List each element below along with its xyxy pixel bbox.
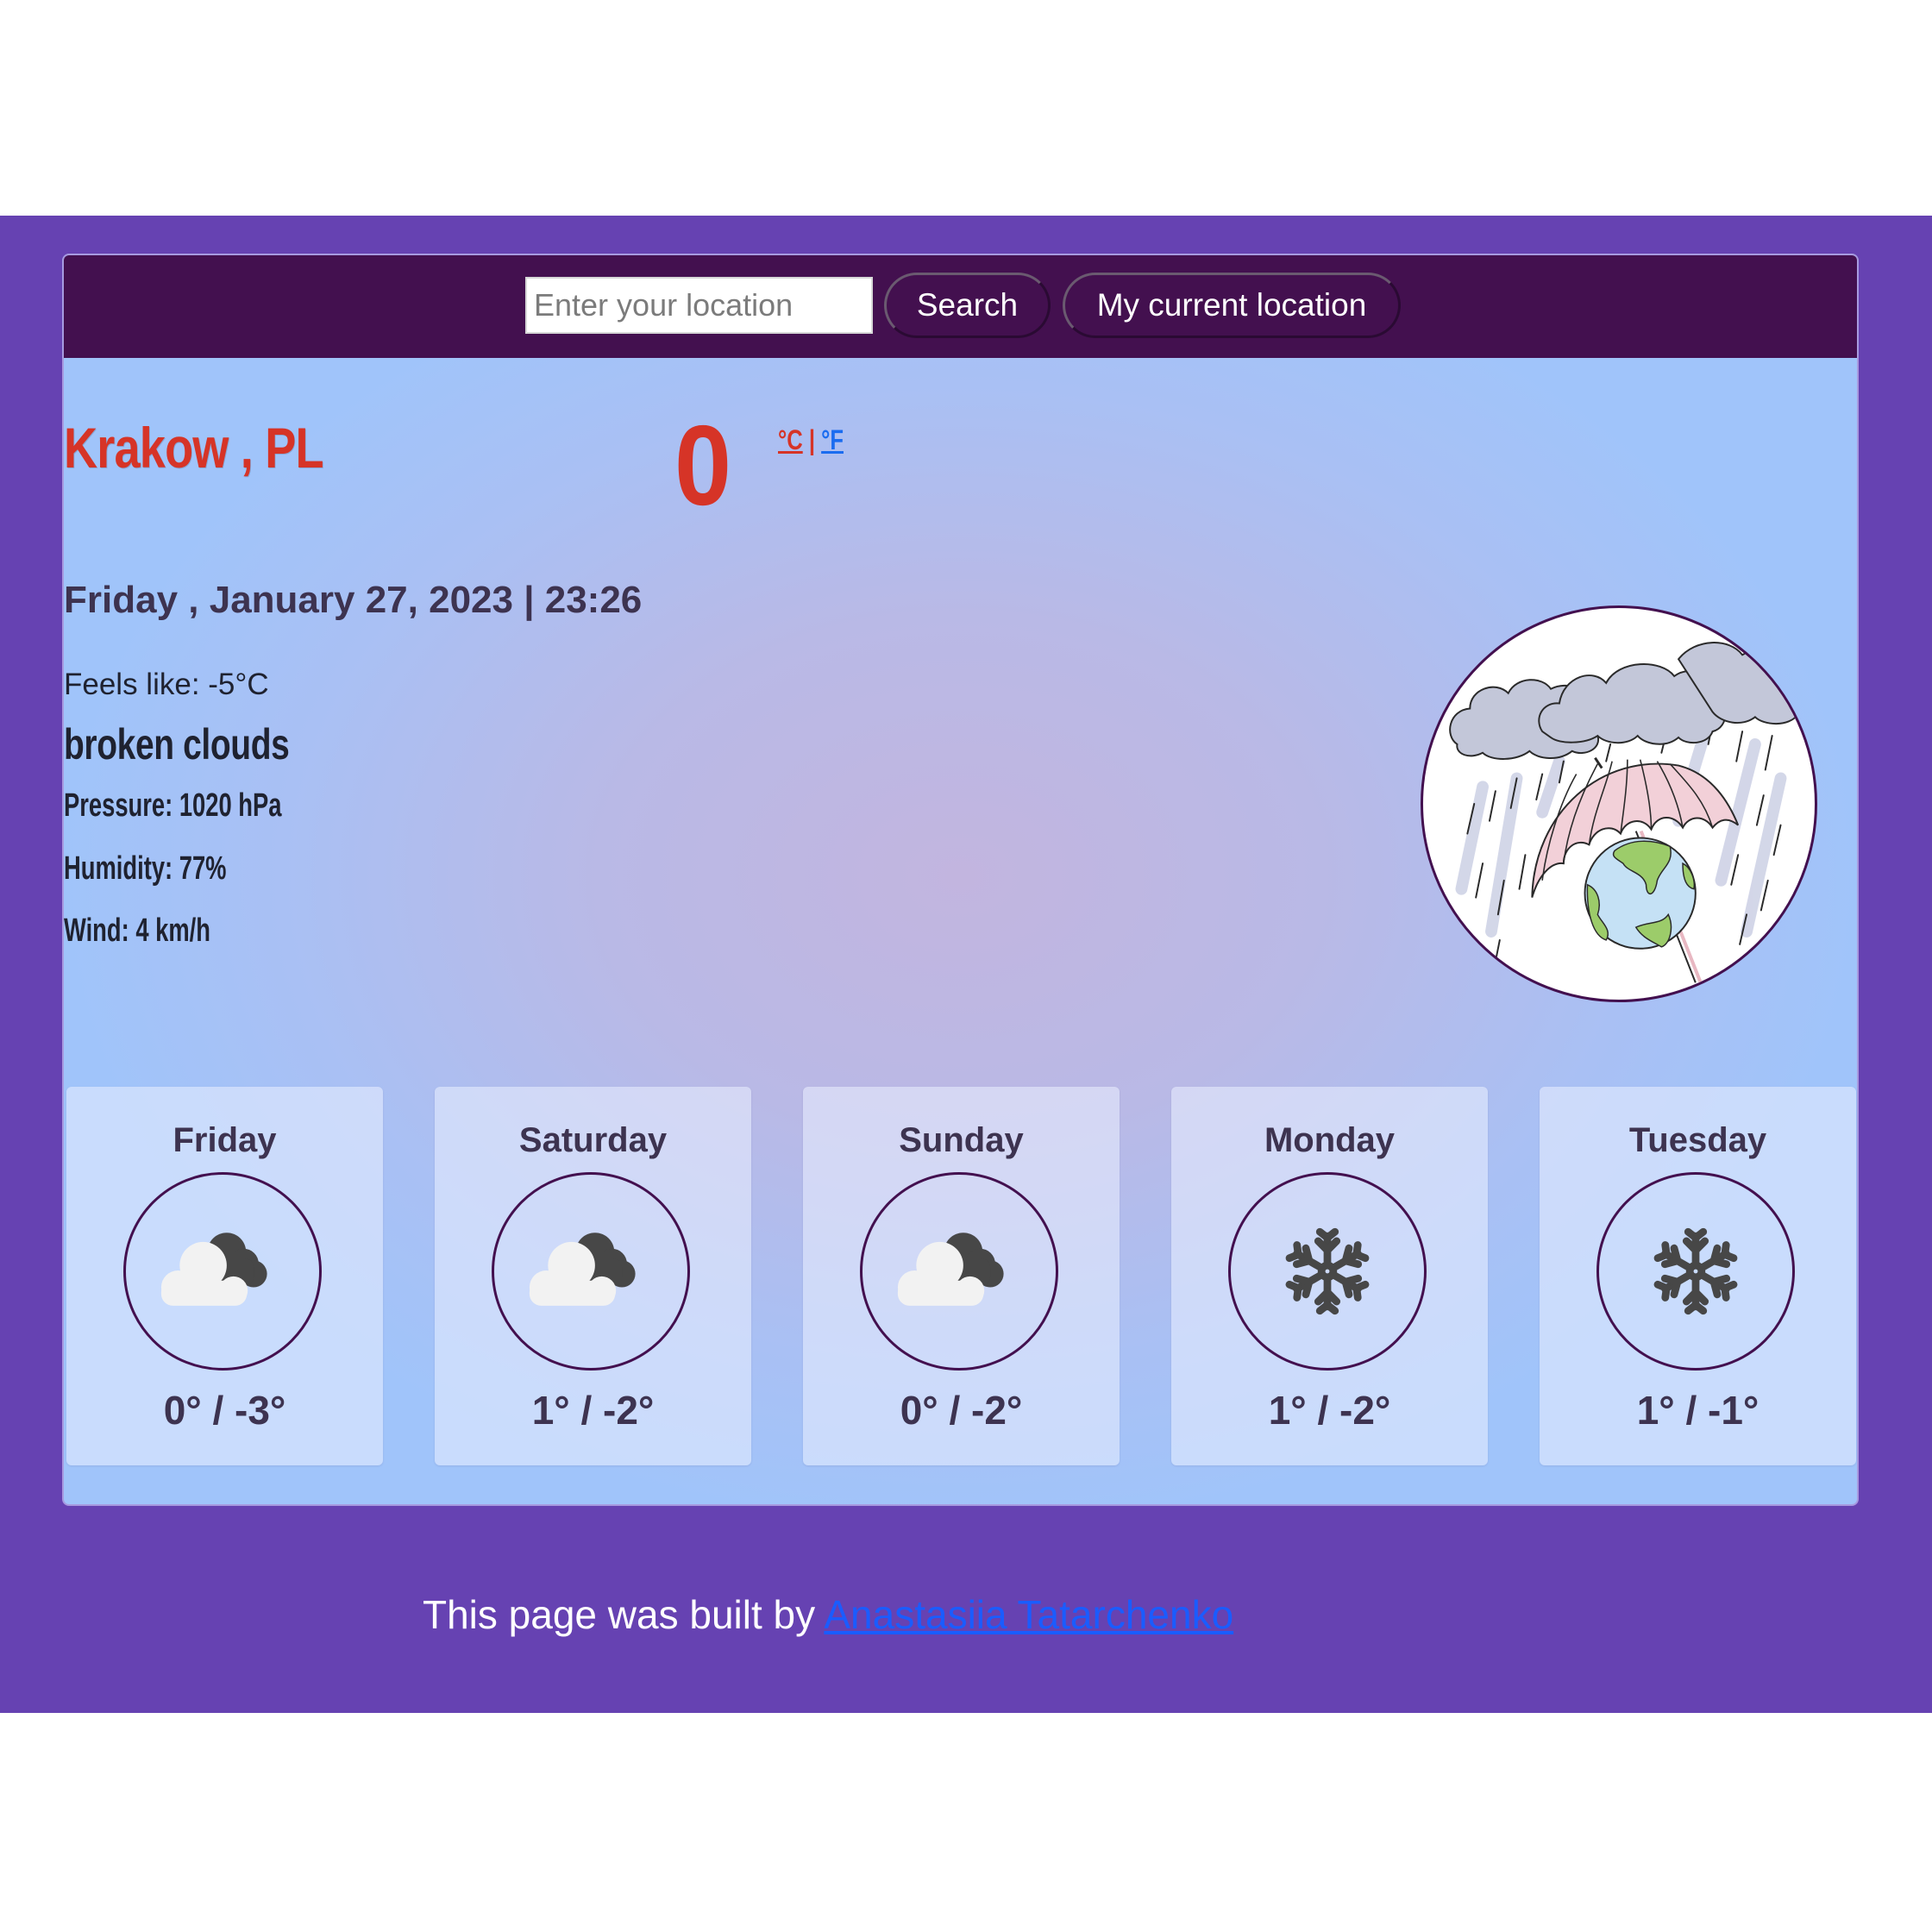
forecast-temperatures: 0° / -2° [900,1388,1023,1433]
weather-app-card: Search My current location Krakow , PL 0… [62,254,1859,1506]
earth-globe [1584,837,1697,950]
wind: Wind: 4 km/h [64,913,210,949]
forecast-temperatures: 1° / -2° [531,1388,655,1433]
forecast-day: Monday [1264,1121,1396,1159]
broken-clouds-icon [860,1172,1058,1371]
snowflake-shape [1657,1227,1734,1311]
feels-like: Feels like: -5°C [64,668,269,701]
forecast-card: Friday 0° / -3° [66,1087,383,1465]
weather-description: broken clouds [64,720,290,768]
page-footer: This page was built by Anastasiia Tatarc… [423,1591,1233,1638]
snowflake-shape [1289,1227,1366,1311]
humidity: Humidity: 77% [64,850,227,887]
broken-clouds-icon [123,1172,322,1371]
broken-clouds-icon [492,1172,690,1371]
city-name: Krakow , PL [64,416,324,480]
snowflake-icon [1228,1172,1427,1371]
unit-toggle: °C | °F [778,424,844,456]
unit-separator: | [808,424,815,455]
forecast-temperatures: 0° / -3° [163,1388,286,1433]
footer-text: This page was built by [423,1592,825,1637]
current-temperature: 0 [674,402,732,529]
rain-umbrella-earth-illustration [1421,605,1817,1002]
forecast-day: Tuesday [1628,1121,1767,1159]
forecast-day: Sunday [899,1121,1024,1159]
fahrenheit-link[interactable]: °F [821,424,844,455]
illustration-svg [1449,642,1814,983]
forecast-card: Monday 1° / -2° [1171,1087,1488,1465]
snowflake-icon [1596,1172,1795,1371]
forecast-card: Tuesday 1° / -1° [1540,1087,1856,1465]
forecast-day: Friday [172,1121,277,1159]
forecast-temperatures: 1° / -1° [1636,1388,1760,1433]
forecast-card: Saturday 1° / -2° [435,1087,751,1465]
forecast-temperatures: 1° / -2° [1268,1388,1391,1433]
author-link[interactable]: Anastasiia Tatarchenko [824,1592,1233,1637]
pressure: Pressure: 1020 hPa [64,787,282,824]
date-time: Friday , January 27, 2023 | 23:26 [64,579,643,621]
forecast-day: Saturday [518,1121,668,1159]
celsius-link[interactable]: °C [778,424,803,455]
forecast-card: Sunday 0° / -2° [803,1087,1120,1465]
